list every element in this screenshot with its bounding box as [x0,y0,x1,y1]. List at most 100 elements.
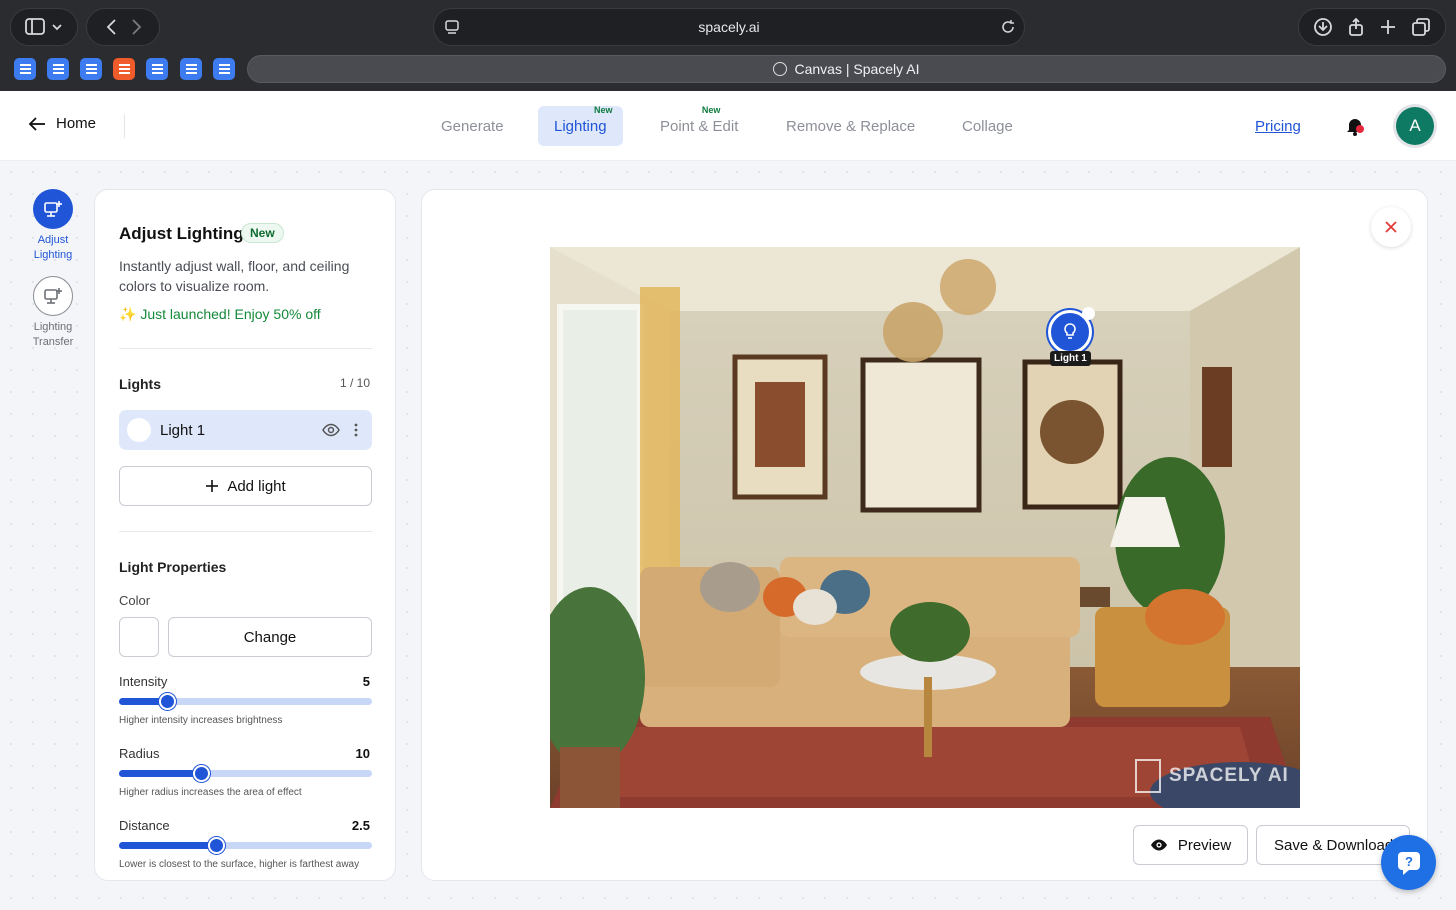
light-name: Light 1 [160,421,206,439]
back-forward-icon [106,19,142,35]
radius-slider[interactable] [119,765,372,782]
light-list-item[interactable]: Light 1 [119,410,372,450]
sidebar-icon [25,18,62,35]
pinned-tab-docs[interactable] [180,58,202,80]
tool-label: Lighting [33,249,73,261]
light-color-swatch [127,418,151,442]
tab-overview-icon[interactable] [1411,17,1431,37]
pinned-tab-docs[interactable] [213,58,235,80]
tab-title: Canvas | Spacely AI [794,61,920,77]
download-icon[interactable] [1313,17,1333,37]
slider-handle[interactable] [159,693,177,710]
intensity-slider[interactable] [119,693,372,710]
nav-collage[interactable]: Collage [946,106,1029,146]
slider-fill [119,842,217,849]
light-properties-heading: Light Properties [119,559,227,575]
pinned-tab-docs[interactable] [47,58,69,80]
nav-label: Lighting [554,117,607,135]
divider [119,348,372,349]
adjust-lighting-panel: Adjust Lighting New Instantly adjust wal… [94,189,396,881]
tool-label: Lighting [33,321,73,333]
tab-favicon [773,62,788,76]
watermark: SPACELY AI [1135,759,1289,793]
intensity-label: Intensity [119,674,168,689]
add-light-label: Add light [227,477,286,495]
tool-label: Adjust [37,234,69,246]
light-marker-label: Light 1 [1050,351,1091,366]
svg-text:?: ? [1405,854,1413,869]
slider-handle[interactable] [208,837,226,854]
new-badge: New [594,105,613,115]
pinned-tab-docs[interactable] [80,58,102,80]
lights-heading: Lights [119,376,161,392]
url-text: spacely.ai [698,19,760,35]
watermark-text: SPACELY AI [1169,765,1289,786]
radius-value: 10 [355,746,370,761]
intensity-value: 5 [362,674,370,689]
more-options-icon[interactable] [354,423,358,437]
plus-icon [206,480,219,492]
lightbulb-icon [1064,323,1076,339]
pinned-tab-docs[interactable] [14,58,36,80]
panel-title: Adjust Lighting [119,224,244,243]
room-photo[interactable]: Light 1 SPACELY AI [550,247,1300,808]
active-tab[interactable]: Canvas | Spacely AI [247,55,1446,83]
marker-drag-handle[interactable] [1082,307,1095,320]
home-label: Home [56,115,97,132]
tool-lighting-transfer[interactable]: Lighting Transfer [22,276,84,350]
nav-lighting[interactable]: New Lighting [538,105,623,146]
home-link[interactable]: Home [28,115,96,132]
sidebar-toggle-button[interactable] [10,8,78,46]
pinned-tab-docs[interactable] [146,58,168,80]
nav-label: Generate [441,117,504,135]
pinned-tab-slides[interactable] [113,58,135,80]
share-icon[interactable] [1346,17,1366,37]
new-tab-icon[interactable] [1378,17,1398,37]
nav-remove-replace[interactable]: Remove & Replace [770,106,931,146]
nav-label: Collage [962,117,1013,135]
intensity-hint: Higher intensity increases brightness [119,715,283,726]
eye-icon[interactable] [322,423,340,437]
color-label: Color [119,593,151,608]
notification-bell-icon[interactable] [1344,115,1366,137]
radius-label: Radius [119,746,160,761]
slider-handle[interactable] [193,765,211,782]
lighting-transfer-icon [33,276,73,316]
browser-actions [1298,8,1446,46]
distance-label: Distance [119,818,170,833]
light-marker[interactable] [1048,307,1095,354]
radius-hint: Higher radius increases the area of effe… [119,787,302,798]
canvas-area: Light 1 SPACELY AI Preview Save & Downlo… [421,189,1428,881]
address-bar[interactable]: spacely.ai [433,8,1025,46]
help-chat-icon: ? [1397,851,1420,875]
close-button[interactable] [1371,207,1411,247]
nav-point-edit[interactable]: New Point & Edit [644,105,754,146]
browser-chrome: spacely.ai Canvas | Spacely AI [0,0,1456,91]
help-chat-button[interactable]: ? [1381,835,1436,890]
color-swatch[interactable] [119,617,159,657]
nav-generate[interactable]: Generate [425,106,520,146]
distance-slider[interactable] [119,837,372,854]
arrow-left-icon [28,116,45,131]
preview-label: Preview [1177,836,1232,854]
tool-adjust-lighting[interactable]: Adjust Lighting [22,189,84,263]
watermark-logo-icon [1135,759,1161,793]
preview-button[interactable]: Preview [1133,825,1248,865]
reader-icon [445,20,459,34]
close-icon [1385,221,1397,233]
reload-icon[interactable] [1000,19,1016,35]
new-badge: New [701,105,721,115]
distance-value: 2.5 [351,818,370,833]
pricing-link[interactable]: Pricing [1255,118,1301,135]
promo-text: ✨ Just launched! Enjoy 50% off [119,306,321,322]
change-color-button[interactable]: Change [168,617,372,657]
nav-label: Remove & Replace [786,117,916,135]
tool-label: Transfer [32,336,74,348]
history-nav[interactable] [86,8,160,46]
slider-fill [119,770,202,777]
user-avatar[interactable]: A [1396,107,1434,145]
eye-icon [1150,839,1167,851]
add-light-button[interactable]: Add light [119,466,372,506]
lights-count: 1 / 10 [339,376,370,390]
adjust-lighting-icon [33,189,73,229]
